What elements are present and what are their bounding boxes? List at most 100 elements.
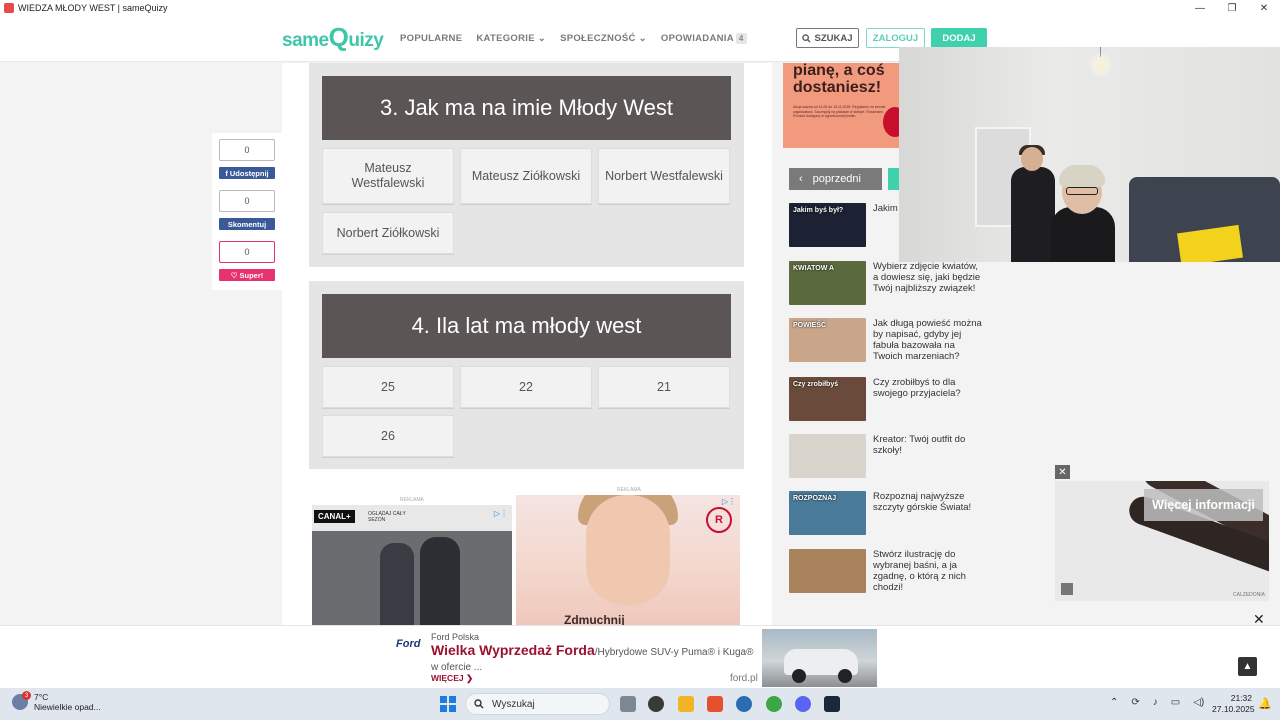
site-favicon-icon bbox=[4, 3, 14, 13]
ad-person-image bbox=[380, 543, 414, 625]
answer-option[interactable]: Mateusz Westfalewski bbox=[322, 148, 454, 204]
car-wheel bbox=[838, 669, 852, 683]
adchoices-icon[interactable]: ▷⋮ bbox=[722, 497, 736, 506]
file-explorer-icon[interactable] bbox=[678, 696, 694, 712]
login-button[interactable]: ZALOGUJ bbox=[866, 28, 925, 48]
nav-popularne[interactable]: POPULARNE bbox=[400, 33, 462, 44]
rossmann-logo-icon: R bbox=[706, 507, 732, 533]
ceiling-lamp bbox=[1094, 57, 1108, 73]
bottom-banner-ad[interactable]: ✕ Ford Ford Polska Wielka Wyprzedaż Ford… bbox=[0, 611, 1280, 688]
nav-kategorie[interactable]: KATEGORIE ⌄ bbox=[476, 33, 546, 44]
share-button[interactable]: f Udostępnij bbox=[219, 167, 275, 179]
list-item[interactable]: Stwórz ilustrację do wybranej baśni, a j… bbox=[789, 549, 987, 595]
comment-button[interactable]: Skomentuj bbox=[219, 218, 275, 230]
windows-logo-icon bbox=[449, 705, 456, 712]
ad-label: REKLAMA bbox=[400, 497, 424, 503]
ad-domain: ford.pl bbox=[730, 673, 758, 684]
answer-option[interactable]: Norbert Ziółkowski bbox=[322, 212, 454, 254]
more-link[interactable]: WIĘCEJ ❯ bbox=[431, 673, 473, 684]
video-ad[interactable]: Więcej informacji CALZEDONIA bbox=[1055, 481, 1269, 601]
logo-part-q: Q bbox=[328, 22, 349, 52]
ad-label: REKLAMA bbox=[617, 487, 641, 493]
weather-icon: 3 bbox=[12, 691, 31, 711]
thumb-text: POWIEŚĆ bbox=[793, 322, 827, 329]
discord-icon[interactable] bbox=[795, 696, 811, 712]
chrome-icon[interactable] bbox=[766, 696, 782, 712]
banner-headline-main: Wielka Wyprzedaż Forda bbox=[431, 642, 595, 658]
share-button-label: Udostępnij bbox=[229, 168, 269, 178]
weather-widget[interactable]: 3 7°C Niewielkie opad... bbox=[12, 691, 101, 713]
canal-ad[interactable]: CANAL+ OGLĄDAJ CAŁY SEZON ▷⋮ bbox=[312, 505, 512, 625]
quiz-title: Rozpoznaj najwyższe szczyty górskie Świa… bbox=[873, 491, 972, 513]
quiz-title: Wybierz zdjęcie kwiatów, a dowiesz się, … bbox=[873, 261, 981, 294]
answer-option[interactable]: Norbert Westfalewski bbox=[598, 148, 730, 204]
sidebar-ad[interactable]: pianę, a coś dostaniesz! Akcja ważna od … bbox=[783, 63, 899, 148]
sidebar-ad-headline: pianę, a coś dostaniesz! bbox=[793, 63, 885, 96]
video-ad-brand: CALZEDONIA bbox=[1233, 592, 1265, 598]
nav-label: POPULARNE bbox=[400, 33, 463, 44]
volume-icon[interactable]: ◁) bbox=[1193, 697, 1204, 708]
nav-spolecznosc[interactable]: SPOŁECZNOŚĆ ⌄ bbox=[560, 33, 647, 44]
quiz-thumbnail bbox=[789, 434, 866, 478]
super-button[interactable]: ♡ Super! bbox=[219, 269, 275, 281]
add-button[interactable]: DODAJ bbox=[931, 28, 987, 48]
taskbar-search-label: Wyszukaj bbox=[492, 698, 535, 710]
list-item[interactable]: Czy zrobiłbyś Czy zrobiłbyś to dla swoje… bbox=[789, 377, 987, 423]
previous-button[interactable]: ‹ poprzedni bbox=[789, 168, 882, 190]
logo-part-same: same bbox=[282, 30, 329, 51]
notification-badge: 3 bbox=[22, 691, 31, 701]
notification-bell-icon[interactable]: 🔔 bbox=[1258, 697, 1272, 710]
site-logo[interactable]: sameQuizy bbox=[282, 22, 384, 53]
chevron-up-icon[interactable]: ⌃ bbox=[1110, 697, 1118, 708]
start-button[interactable] bbox=[440, 696, 456, 712]
beauty-ad[interactable]: R ▷⋮ Zdmuchnij bbox=[516, 495, 740, 625]
canal-logo: CANAL+ bbox=[314, 510, 355, 523]
minimize-button[interactable]: — bbox=[1184, 0, 1216, 16]
super-count: 0 bbox=[219, 241, 275, 263]
answer-option[interactable]: 22 bbox=[460, 366, 592, 408]
close-window-button[interactable]: ✕ bbox=[1248, 0, 1280, 16]
more-info-button[interactable]: Więcej informacji bbox=[1144, 489, 1263, 521]
system-tray: ⌃ ⟳ ♪ ▭ ◁) bbox=[1110, 697, 1204, 708]
chevron-down-icon: ⌄ bbox=[537, 33, 547, 44]
brave-browser-icon[interactable] bbox=[707, 696, 723, 712]
glasses bbox=[1066, 187, 1098, 195]
window-title: WIEDZA MŁODY WEST | sameQuizy bbox=[18, 3, 168, 13]
taskbar-search[interactable]: Wyszukaj bbox=[465, 693, 610, 715]
question-block-4: 4. Ila lat ma młody west 25 22 21 26 bbox=[309, 281, 744, 469]
search-button[interactable]: SZUKAJ bbox=[796, 28, 859, 48]
adchoices-icon[interactable]: ▷⋮ bbox=[494, 509, 508, 518]
answer-option[interactable]: 25 bbox=[322, 366, 454, 408]
nav-opowiadania[interactable]: OPOWIADANIA 4 bbox=[661, 33, 747, 44]
banner-headline[interactable]: Wielka Wyprzedaż Forda/Hybrydowe SUV-y P… bbox=[431, 642, 761, 674]
sync-icon[interactable]: ⟳ bbox=[1131, 697, 1139, 708]
microphone-icon[interactable]: ♪ bbox=[1153, 697, 1158, 708]
task-view-icon[interactable] bbox=[620, 696, 636, 712]
close-video-ad-button[interactable]: ✕ bbox=[1055, 465, 1070, 479]
main-nav: POPULARNE KATEGORIE ⌄ SPOŁECZNOŚĆ ⌄ OPOW… bbox=[400, 33, 747, 44]
list-item[interactable]: POWIEŚĆ Jak długą powieść można by napis… bbox=[789, 318, 987, 364]
car-wheel bbox=[792, 669, 806, 683]
scroll-to-top-button[interactable]: ▲ bbox=[1238, 657, 1257, 676]
weather-desc: Niewielkie opad... bbox=[34, 702, 101, 713]
network-icon[interactable]: ▭ bbox=[1171, 697, 1180, 708]
answer-option[interactable]: Mateusz Ziółkowski bbox=[460, 148, 592, 204]
obs-icon[interactable] bbox=[648, 696, 664, 712]
heart-icon: ♡ bbox=[230, 270, 238, 280]
ford-logo: Ford bbox=[396, 638, 421, 650]
list-item[interactable]: ROZPOZNAJ Rozpoznaj najwyższe szczyty gó… bbox=[789, 491, 987, 537]
answer-option[interactable]: 21 bbox=[598, 366, 730, 408]
clock[interactable]: 21:32 27.10.2025 bbox=[1212, 693, 1255, 715]
ad-model-image bbox=[586, 495, 670, 605]
answer-option[interactable]: 26 bbox=[322, 415, 454, 457]
app-icon[interactable] bbox=[736, 696, 752, 712]
list-item[interactable]: KWIATOW A Wybierz zdjęcie kwiatów, a dow… bbox=[789, 261, 987, 307]
mute-icon[interactable] bbox=[1061, 583, 1073, 595]
quiz-content: 3. Jak ma na imie Młody West Mateusz Wes… bbox=[282, 63, 772, 625]
close-banner-button[interactable]: ✕ bbox=[1253, 611, 1265, 628]
quiz-thumbnail: KWIATOW A bbox=[789, 261, 866, 305]
clock-date: 27.10.2025 bbox=[1212, 704, 1255, 715]
maximize-button[interactable]: ❐ bbox=[1216, 0, 1248, 16]
steam-icon[interactable] bbox=[824, 696, 840, 712]
list-item[interactable]: Kreator: Twój outfit do szkoły! bbox=[789, 434, 987, 480]
